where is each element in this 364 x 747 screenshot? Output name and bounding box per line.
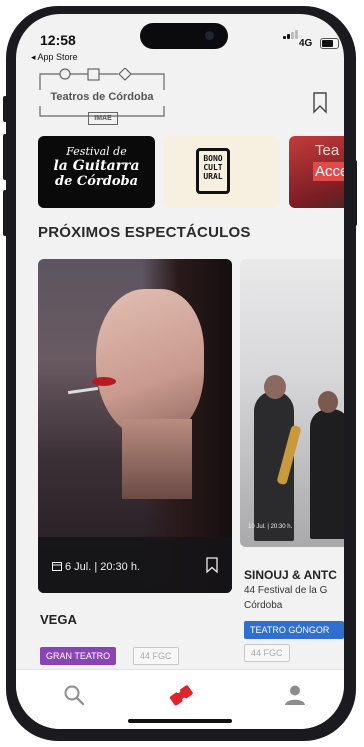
show-image-cigarette — [67, 386, 99, 395]
logo-title: Teatros de Córdoba — [50, 91, 154, 103]
app-screen: 12:58 ◂ App Store 4G Teatros de Córdoba … — [16, 14, 344, 729]
phone-volume-down — [3, 190, 7, 236]
camera-icon — [205, 31, 214, 40]
show-date: 10 Jul. | 20:30 h. — [248, 524, 293, 530]
accesible-badge: Acce — [313, 162, 344, 181]
tile-line: de Córdoba — [54, 174, 139, 189]
show-card-image[interactable]: 10 Jul. | 20:30 h. — [240, 259, 344, 547]
show-subtitle: 44 Festival de la G — [244, 585, 328, 596]
tile-line: BONO — [203, 154, 223, 163]
show-image-musician-head — [318, 391, 338, 413]
phone-volume-up — [3, 134, 7, 180]
network-type: 4G — [299, 38, 313, 49]
status-time: 12:58 — [40, 32, 76, 48]
tile-line: URAL — [203, 172, 223, 181]
ticket-icon[interactable] — [169, 684, 193, 706]
festival-tag[interactable]: 44 FGC — [133, 647, 179, 665]
tile-line: Festival de — [66, 145, 127, 158]
logo-subtitle: IMAE — [88, 112, 118, 125]
search-icon[interactable] — [63, 684, 85, 706]
teatros-cordoba-logo[interactable]: Teatros de Córdoba IMAE — [34, 68, 170, 128]
show-image-neck — [122, 419, 192, 499]
tile-line: Acce — [315, 163, 344, 180]
tile-line: la Guitarra — [53, 158, 140, 174]
dynamic-island — [140, 23, 228, 49]
show-image-lips — [92, 377, 116, 386]
show-date-text: 6 Jul. | 20:30 h. — [65, 561, 141, 573]
tile-festival-label: Festival de la Guitarra de Córdoba — [38, 145, 155, 190]
calendar-icon — [52, 562, 62, 571]
back-to-app-store-link[interactable]: ◂ App Store — [31, 52, 78, 63]
phone-power-button — [353, 160, 357, 226]
carousel-tile-bono-cultural[interactable]: BONO CULT URAL — [164, 136, 280, 208]
venue-tag[interactable]: TEATRO GÓNGOR — [244, 621, 344, 639]
show-image-face — [96, 289, 204, 439]
festival-tag[interactable]: 44 FGC — [244, 644, 290, 662]
tile-line: Tea — [315, 142, 340, 159]
festival-carousel[interactable]: Festival de la Guitarra de Córdoba BONO … — [38, 136, 344, 208]
bookmark-icon[interactable] — [312, 92, 328, 114]
show-subtitle: Córdoba — [244, 600, 283, 611]
status-bar: 12:58 ◂ App Store 4G — [16, 14, 344, 66]
battery-icon — [320, 38, 339, 49]
bono-cultural-logo: BONO CULT URAL — [196, 148, 230, 194]
section-title: PRÓXIMOS ESPECTÁCULOS — [38, 224, 251, 241]
carousel-tile-teatro-accesible[interactable]: Tea Acce — [289, 136, 344, 208]
bono-cultural-label: BONO CULT URAL — [199, 154, 227, 181]
show-title[interactable]: SINOUJ & ANTC — [244, 568, 337, 582]
show-card-image[interactable]: 6 Jul. | 20:30 h. — [38, 259, 232, 593]
show-date: 6 Jul. | 20:30 h. — [52, 561, 140, 573]
phone-mute-switch — [3, 96, 7, 122]
profile-icon[interactable] — [284, 684, 306, 706]
show-image-musician — [310, 409, 344, 539]
show-title[interactable]: VEGA — [40, 612, 77, 627]
venue-tag[interactable]: GRAN TEATRO — [40, 647, 117, 665]
show-image-musician-head — [264, 375, 286, 399]
app-header: Teatros de Córdoba IMAE — [16, 66, 344, 136]
carousel-tile-festival-guitarra[interactable]: Festival de la Guitarra de Córdoba — [38, 136, 155, 208]
bookmark-icon[interactable] — [206, 557, 218, 574]
home-indicator[interactable] — [128, 719, 232, 723]
tile-line: CULT — [203, 163, 223, 172]
